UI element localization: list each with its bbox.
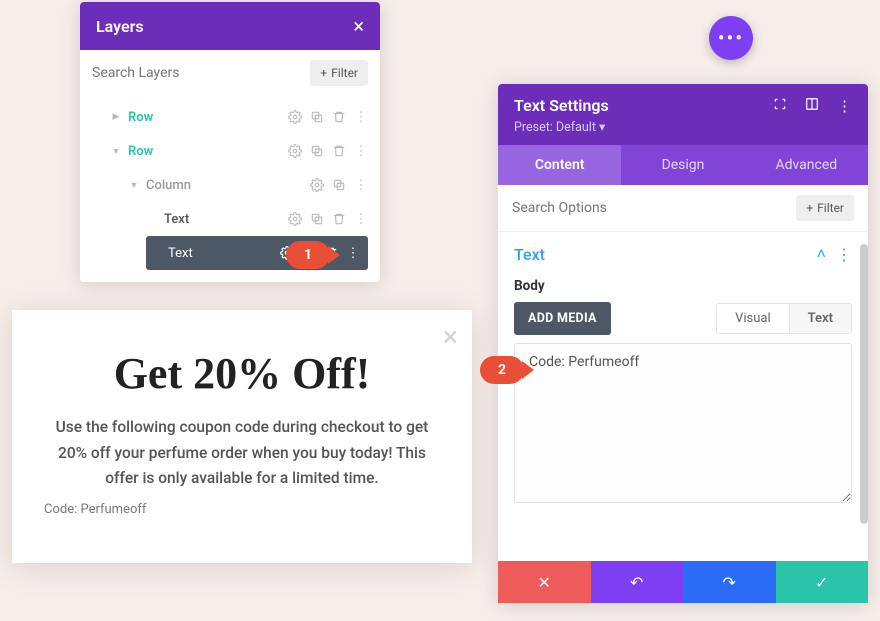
chevron-up-icon[interactable]: ˄: [817, 244, 826, 264]
layer-label: Row: [128, 110, 282, 125]
layer-row-actions: ⋮: [310, 178, 368, 193]
trash-icon[interactable]: [332, 144, 346, 159]
duplicate-icon[interactable]: [310, 144, 324, 159]
popup-heading: Get 20% Off!: [44, 348, 440, 399]
more-dots-icon[interactable]: ⋮: [837, 97, 852, 115]
popup-close-icon[interactable]: ×: [443, 320, 458, 353]
layers-filter-button[interactable]: + Filter: [310, 60, 368, 86]
layer-label: Text: [164, 212, 282, 227]
more-dots-icon[interactable]: ⋮: [354, 212, 368, 227]
editor-tab-visual[interactable]: Visual: [717, 304, 789, 333]
layer-row-column[interactable]: ▼ Column ⋮: [92, 168, 368, 202]
media-row: ADD MEDIA Visual Text: [514, 302, 852, 335]
layers-search-input[interactable]: [92, 65, 302, 81]
settings-header[interactable]: Text Settings ⋮ Preset: Default ▾: [498, 84, 868, 145]
layer-label: Column: [146, 178, 304, 193]
preset-dropdown[interactable]: Preset: Default ▾: [514, 119, 852, 135]
settings-tabs: Content Design Advanced: [498, 145, 868, 185]
settings-filter-button[interactable]: + Filter: [796, 195, 854, 221]
gear-icon[interactable]: [288, 110, 302, 125]
caret-right-icon[interactable]: ▶: [110, 112, 122, 122]
settings-title: Text Settings: [514, 96, 609, 115]
callout-marker-1: 1: [286, 241, 330, 269]
more-dots-icon[interactable]: ⋮: [354, 110, 368, 125]
settings-footer: ✕ ↶ ↷ ✓: [498, 561, 868, 603]
trash-icon[interactable]: [332, 110, 346, 125]
plus-icon: +: [320, 66, 327, 80]
footer-save-button[interactable]: ✓: [776, 561, 869, 603]
layer-row-row-1[interactable]: ▶ Row ⋮: [92, 100, 368, 134]
layer-row-actions: ⋮: [288, 144, 368, 159]
popup-body-text: Use the following coupon code during che…: [44, 415, 440, 492]
section-title: Text: [514, 245, 545, 264]
footer-redo-button[interactable]: ↷: [683, 561, 776, 603]
settings-search-input[interactable]: [512, 200, 788, 216]
trash-icon[interactable]: [332, 212, 346, 227]
layers-title: Layers: [96, 17, 144, 36]
plus-icon: +: [806, 201, 813, 215]
popup-preview: × Get 20% Off! Use the following coupon …: [12, 310, 472, 563]
section-header-text[interactable]: Text ˄ ⋮: [514, 244, 852, 264]
layers-panel: Layers × + Filter ▶ Row ⋮ ▼ Row: [80, 2, 380, 282]
floating-more-button[interactable]: •••: [709, 16, 753, 60]
layer-row-row-2[interactable]: ▼ Row ⋮: [92, 134, 368, 168]
footer-undo-button[interactable]: ↶: [591, 561, 684, 603]
settings-search-row: + Filter: [498, 185, 868, 232]
editor-mode-tabs: Visual Text: [716, 303, 852, 334]
tab-advanced[interactable]: Advanced: [745, 145, 868, 185]
gear-icon[interactable]: [288, 144, 302, 159]
duplicate-icon[interactable]: [310, 212, 324, 227]
popup-code-line: Code: Perfumeoff: [44, 502, 440, 517]
body-field-label: Body: [514, 278, 852, 294]
layer-row-actions: ⋮: [288, 212, 368, 227]
section-collapse: ˄ ⋮: [817, 244, 852, 264]
caret-down-icon[interactable]: ▼: [110, 146, 122, 157]
body-editor-textarea[interactable]: Code: Perfumeoff: [514, 343, 852, 503]
caret-down-icon: ▾: [599, 120, 605, 135]
tab-content[interactable]: Content: [498, 145, 621, 185]
settings-header-icons: ⋮: [773, 97, 852, 115]
focus-icon[interactable]: [773, 97, 787, 115]
gear-icon[interactable]: [310, 178, 324, 193]
filter-label: Filter: [331, 66, 358, 80]
duplicate-icon[interactable]: [332, 178, 346, 193]
layer-row-actions: ⋮: [288, 110, 368, 125]
editor-tab-text[interactable]: Text: [789, 304, 851, 333]
more-dots-icon[interactable]: ⋮: [354, 144, 368, 159]
layers-search-row: + Filter: [80, 50, 380, 96]
footer-cancel-button[interactable]: ✕: [498, 561, 591, 603]
layer-row-text-1[interactable]: Text ⋮: [92, 202, 368, 236]
layer-label: Row: [128, 144, 282, 159]
callout-marker-2: 2: [480, 356, 524, 384]
layout-icon[interactable]: [805, 97, 819, 115]
duplicate-icon[interactable]: [310, 110, 324, 125]
more-dots-icon[interactable]: ⋮: [354, 178, 368, 193]
text-settings-panel: Text Settings ⋮ Preset: Default ▾ Conten…: [498, 84, 868, 603]
add-media-button[interactable]: ADD MEDIA: [514, 302, 611, 335]
layer-label: Text: [168, 246, 274, 261]
settings-scrollbar[interactable]: [860, 244, 868, 524]
gear-icon[interactable]: [288, 212, 302, 227]
tab-design[interactable]: Design: [621, 145, 744, 185]
caret-down-icon[interactable]: ▼: [128, 180, 140, 191]
more-dots-icon[interactable]: ⋮: [346, 246, 360, 261]
more-dots-icon[interactable]: ⋮: [836, 245, 852, 264]
layers-panel-header[interactable]: Layers ×: [80, 2, 380, 50]
filter-label: Filter: [817, 201, 844, 215]
settings-body: Text ˄ ⋮ Body ADD MEDIA Visual Text Code…: [498, 232, 868, 521]
layers-close-icon[interactable]: ×: [353, 14, 364, 38]
